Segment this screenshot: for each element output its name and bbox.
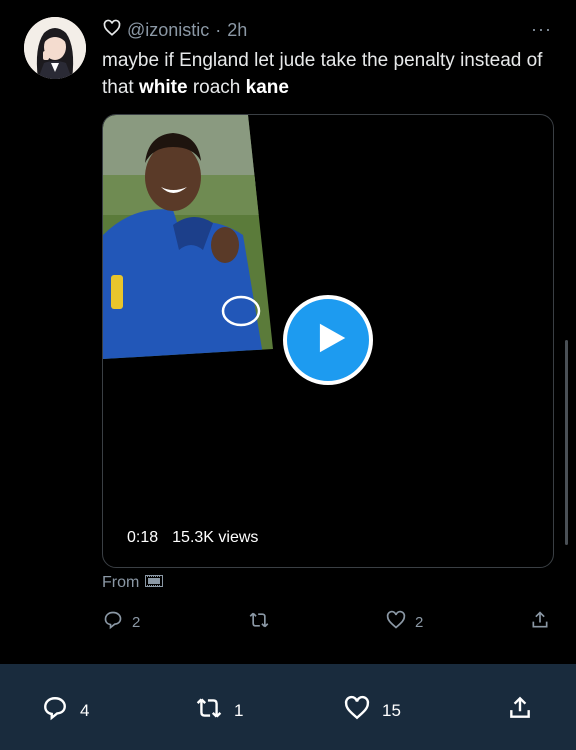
from-label: From xyxy=(102,574,140,591)
retweet-button[interactable] xyxy=(249,610,278,634)
text-part-bold: kane xyxy=(245,77,289,98)
text-part-bold: white xyxy=(138,77,188,98)
like-button[interactable]: 2 xyxy=(386,610,423,634)
bottom-retweet-button[interactable]: 1 xyxy=(196,695,243,726)
video-views: 15.3K views xyxy=(172,529,259,546)
bottom-retweet-count: 1 xyxy=(234,700,244,720)
reply-icon xyxy=(42,695,68,726)
more-icon[interactable]: ··· xyxy=(531,20,552,38)
retweet-icon xyxy=(249,610,269,634)
heart-outline-icon xyxy=(103,19,121,42)
video-source[interactable]: From xyxy=(102,574,164,592)
play-icon xyxy=(306,319,350,362)
like-count: 2 xyxy=(415,613,424,631)
reply-icon xyxy=(103,610,123,634)
reply-button[interactable]: 2 xyxy=(103,610,140,634)
scrollbar[interactable] xyxy=(565,340,568,545)
timestamp[interactable]: 2h xyxy=(227,20,247,41)
share-button[interactable] xyxy=(530,610,550,634)
avatar[interactable] xyxy=(24,17,86,79)
video-info: 0:18 15.3K views xyxy=(127,529,258,547)
video-duration: 0:18 xyxy=(127,529,159,546)
video-player[interactable]: 0:18 15.3K views xyxy=(102,114,554,568)
bottom-reply-count: 4 xyxy=(80,700,90,720)
separator: · xyxy=(215,20,222,40)
tweet-actions: 2 2 xyxy=(0,610,576,640)
tweet-text: maybe if England let jude take the penal… xyxy=(102,47,552,101)
like-icon xyxy=(344,695,370,726)
video-thumbnail xyxy=(103,115,273,359)
bottom-like-count: 15 xyxy=(382,700,401,720)
share-icon xyxy=(507,695,533,726)
retweet-icon xyxy=(196,695,222,726)
tweet-meta: @izonistic · 2h xyxy=(103,19,247,42)
film-icon xyxy=(145,574,164,592)
reply-count: 2 xyxy=(132,613,141,631)
bottom-like-button[interactable]: 15 xyxy=(344,695,401,726)
text-part: roach xyxy=(187,77,246,98)
handle[interactable]: @izonistic xyxy=(127,20,209,41)
bottom-share-button[interactable] xyxy=(507,695,533,726)
bottom-action-bar: 4 1 15 xyxy=(0,664,576,750)
play-button[interactable] xyxy=(283,295,373,385)
tweet: @izonistic · 2h ··· maybe if England let… xyxy=(0,0,576,664)
bottom-reply-button[interactable]: 4 xyxy=(42,695,89,726)
like-icon xyxy=(386,610,406,634)
share-icon xyxy=(530,610,550,634)
